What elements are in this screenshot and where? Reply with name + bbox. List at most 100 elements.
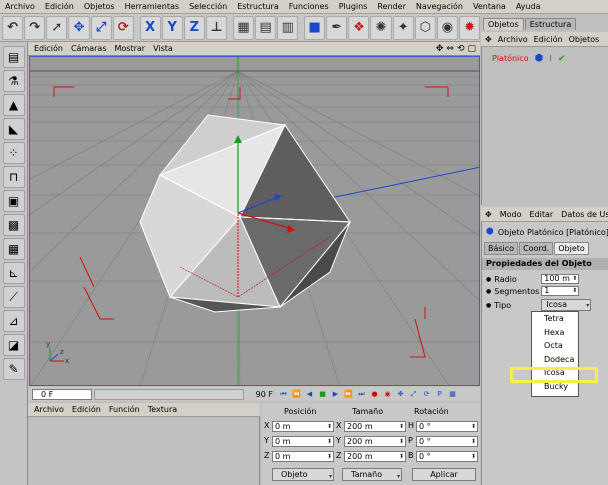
menu-archivo[interactable]: Archivo [0,2,40,11]
type-anim-dot-icon[interactable]: ● [486,302,491,309]
next-frame-icon[interactable]: ▶ [330,389,341,400]
menu-objetos[interactable]: Objetos [79,2,120,11]
menu-plugins[interactable]: Plugins [334,2,373,11]
menu-funciones[interactable]: Funciones [284,2,334,11]
enabled-check-icon[interactable]: ✔ [558,54,566,64]
type-select[interactable]: Icosa ▾ [541,299,592,311]
axis-icon[interactable]: ⊾ [2,262,25,284]
maximize-view-icon[interactable]: ▢ [467,44,476,54]
axis-y-button[interactable]: Y [161,15,183,40]
use-edges-icon[interactable]: ⊓ [2,166,25,188]
nurbs-icon[interactable]: ❖ [348,15,370,40]
key-scale-icon[interactable]: ⤢ [408,389,419,400]
icosahedron-object[interactable] [139,114,352,313]
current-frame-field[interactable]: 0 F [32,388,92,400]
apply-button[interactable]: Aplicar [412,468,476,481]
key-rotation-icon[interactable]: ⟳ [421,389,432,400]
timeline-slider[interactable] [94,388,244,400]
rotate-tool-icon[interactable]: ⟳ [112,15,134,40]
camera-icon[interactable]: ◉ [436,15,458,40]
key-pla-icon[interactable]: ▦ [447,389,458,400]
option-tetra[interactable]: Tetra [532,312,578,326]
tab-basico[interactable]: Básico [484,242,519,255]
bone-icon[interactable]: ⟋ [2,286,25,308]
deformer-icon[interactable]: ✦ [392,15,414,40]
pos-z-field[interactable]: 0 m ⬍ [272,451,334,462]
prev-frame-icon[interactable]: ◀ [304,389,315,400]
scene-icon[interactable]: ⬡ [414,15,436,40]
attributes-menu-datos[interactable]: Datos de Usuario [561,210,608,219]
viewport-menu-camaras[interactable]: Cámaras [71,44,107,53]
option-dodeca[interactable]: Dodeca [532,353,578,367]
axis-x-button[interactable]: X [139,15,161,40]
size-y-field[interactable]: 200 m ⬍ [344,436,406,447]
rot-h-field[interactable]: 0 ° ⬍ [416,421,478,432]
attributes-menu-editar[interactable]: Editar [529,210,553,219]
use-object-icon[interactable]: ▲ [2,94,25,116]
objects-menu-objetos[interactable]: Objetos [569,35,600,44]
coord-mode-select[interactable]: Objeto ▾ [272,468,334,481]
checker-icon[interactable]: ▩ [2,214,25,236]
objects-menu-archivo[interactable]: Archivo [498,35,528,44]
rot-b-field[interactable]: 0 ° ⬍ [416,451,478,462]
snap-icon[interactable]: ◪ [2,334,25,356]
redo-icon[interactable]: ↷ [24,15,46,40]
cube-primitive-icon[interactable]: ■ [304,15,326,40]
attributes-pin-icon[interactable]: ✥ [485,210,492,219]
menu-seleccion[interactable]: Selección [184,2,232,11]
object-name-platonico[interactable]: Platónico [492,54,529,63]
size-z-field[interactable]: 200 m ⬍ [344,451,406,462]
menu-navegacion[interactable]: Navegación [411,2,468,11]
render-settings-icon[interactable]: ▥ [277,15,299,40]
rot-p-field[interactable]: 0 ° ⬍ [416,436,478,447]
radius-anim-dot-icon[interactable]: ● [486,276,491,283]
key-position-icon[interactable]: ✥ [395,389,406,400]
pan-view-icon[interactable]: ✥ [436,44,444,54]
paint-icon[interactable]: ✎ [2,358,25,380]
scale-tool-icon[interactable]: ⤢ [90,15,112,40]
use-polygons-icon[interactable]: ▣ [2,190,25,212]
key-param-icon[interactable]: P [434,389,445,400]
menu-ayuda[interactable]: Ayuda [511,2,546,11]
menu-ventana[interactable]: Ventana [468,2,511,11]
menu-herramientas[interactable]: Herramientas [120,2,185,11]
go-to-start-icon[interactable]: ⏮ [278,389,289,400]
segments-field[interactable]: 1 ⬍ [541,286,580,296]
objects-menu-edicion[interactable]: Edición [534,35,563,44]
coordinate-system-icon[interactable]: ⊥ [205,15,228,40]
menu-render[interactable]: Render [372,2,410,11]
use-points-icon[interactable]: ⁘ [2,142,25,164]
size-x-field[interactable]: 200 m ⬍ [344,421,406,432]
tab-coord[interactable]: Coord. [519,242,554,255]
viewport-menu-vista[interactable]: Vista [153,44,173,53]
tab-estructura[interactable]: Estructura [524,18,577,30]
render-view-icon[interactable]: ▦ [232,15,255,40]
material-menu-archivo[interactable]: Archivo [34,405,64,414]
material-menu-textura[interactable]: Textura [148,405,177,414]
3d-viewport[interactable]: y x z [29,56,480,386]
joint-icon[interactable]: ⊿ [2,310,25,332]
rotate-view-icon[interactable]: ⟲ [457,44,465,54]
objects-pin-icon[interactable]: ✥ [485,35,492,44]
tab-objeto[interactable]: Objeto [554,242,589,255]
record-icon[interactable]: ● [369,389,380,400]
light-icon[interactable]: ✹ [458,15,481,40]
material-area[interactable] [28,417,260,485]
viewport-menu-mostrar[interactable]: Mostrar [115,44,146,53]
tab-objetos[interactable]: Objetos [483,18,524,30]
record-keys-icon[interactable]: ◉ [382,389,393,400]
menu-edicion[interactable]: Edición [40,2,79,11]
spline-pen-icon[interactable]: ✒ [326,15,348,40]
list-item[interactable]: Platónico ⬢ ⁝ ✔ [492,53,565,64]
material-menu-funcion[interactable]: Función [109,405,140,414]
prev-key-icon[interactable]: ⏪ [291,389,302,400]
use-texture-icon[interactable]: ◣ [2,118,25,140]
segments-anim-dot-icon[interactable]: ● [486,288,491,295]
menu-estructura[interactable]: Estructura [232,2,284,11]
go-to-end-icon[interactable]: ⏭ [356,389,367,400]
material-menu-edicion[interactable]: Edición [72,405,101,414]
pos-y-field[interactable]: 0 m ⬍ [272,436,334,447]
select-arrow-icon[interactable]: ➚ [46,15,68,40]
pos-x-field[interactable]: 0 m ⬍ [272,421,334,432]
option-octa[interactable]: Octa [532,339,578,353]
